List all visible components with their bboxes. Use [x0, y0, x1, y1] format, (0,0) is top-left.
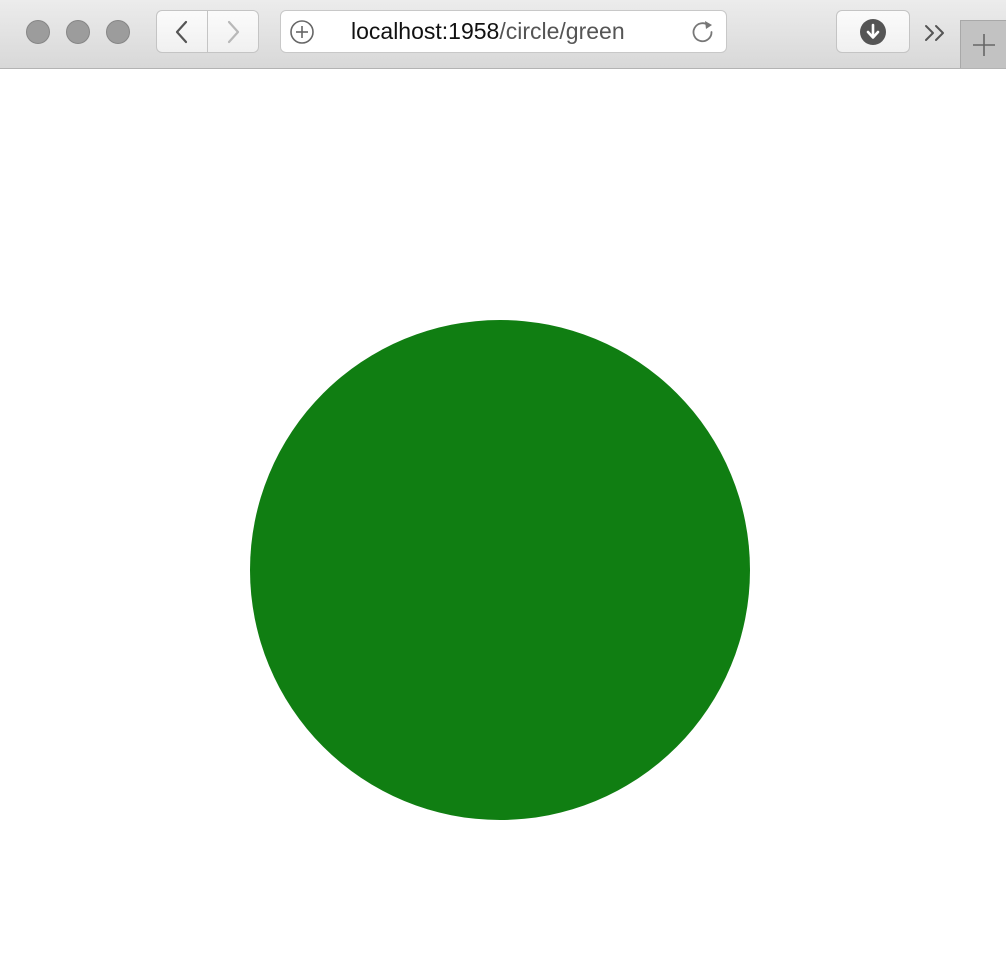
double-chevron-right-icon	[925, 25, 944, 41]
browser-window: localhost:1958/circle/green	[0, 0, 1006, 958]
add-page-button[interactable]	[289, 19, 315, 45]
back-button[interactable]	[156, 10, 208, 53]
minimize-window-button[interactable]	[66, 20, 90, 44]
address-bar[interactable]: localhost:1958/circle/green	[280, 10, 727, 53]
reload-icon	[692, 21, 713, 43]
plus-icon	[972, 33, 995, 56]
new-tab-button[interactable]	[960, 20, 1006, 68]
url-path: /circle/green	[499, 18, 625, 44]
overflow-button[interactable]	[922, 20, 950, 46]
download-icon	[860, 18, 886, 45]
chevron-right-icon	[227, 20, 240, 43]
chevron-left-icon	[175, 20, 188, 43]
close-window-button[interactable]	[26, 20, 50, 44]
page-content	[0, 69, 1006, 958]
browser-toolbar: localhost:1958/circle/green	[0, 0, 1006, 69]
reload-button[interactable]	[689, 18, 717, 46]
zoom-window-button[interactable]	[106, 20, 130, 44]
plus-circle-icon	[290, 20, 314, 44]
green-circle	[250, 320, 750, 820]
url-host: localhost:1958	[351, 18, 500, 44]
forward-button[interactable]	[208, 10, 259, 53]
url-text[interactable]: localhost:1958/circle/green	[351, 11, 625, 52]
downloads-button[interactable]	[836, 10, 910, 53]
